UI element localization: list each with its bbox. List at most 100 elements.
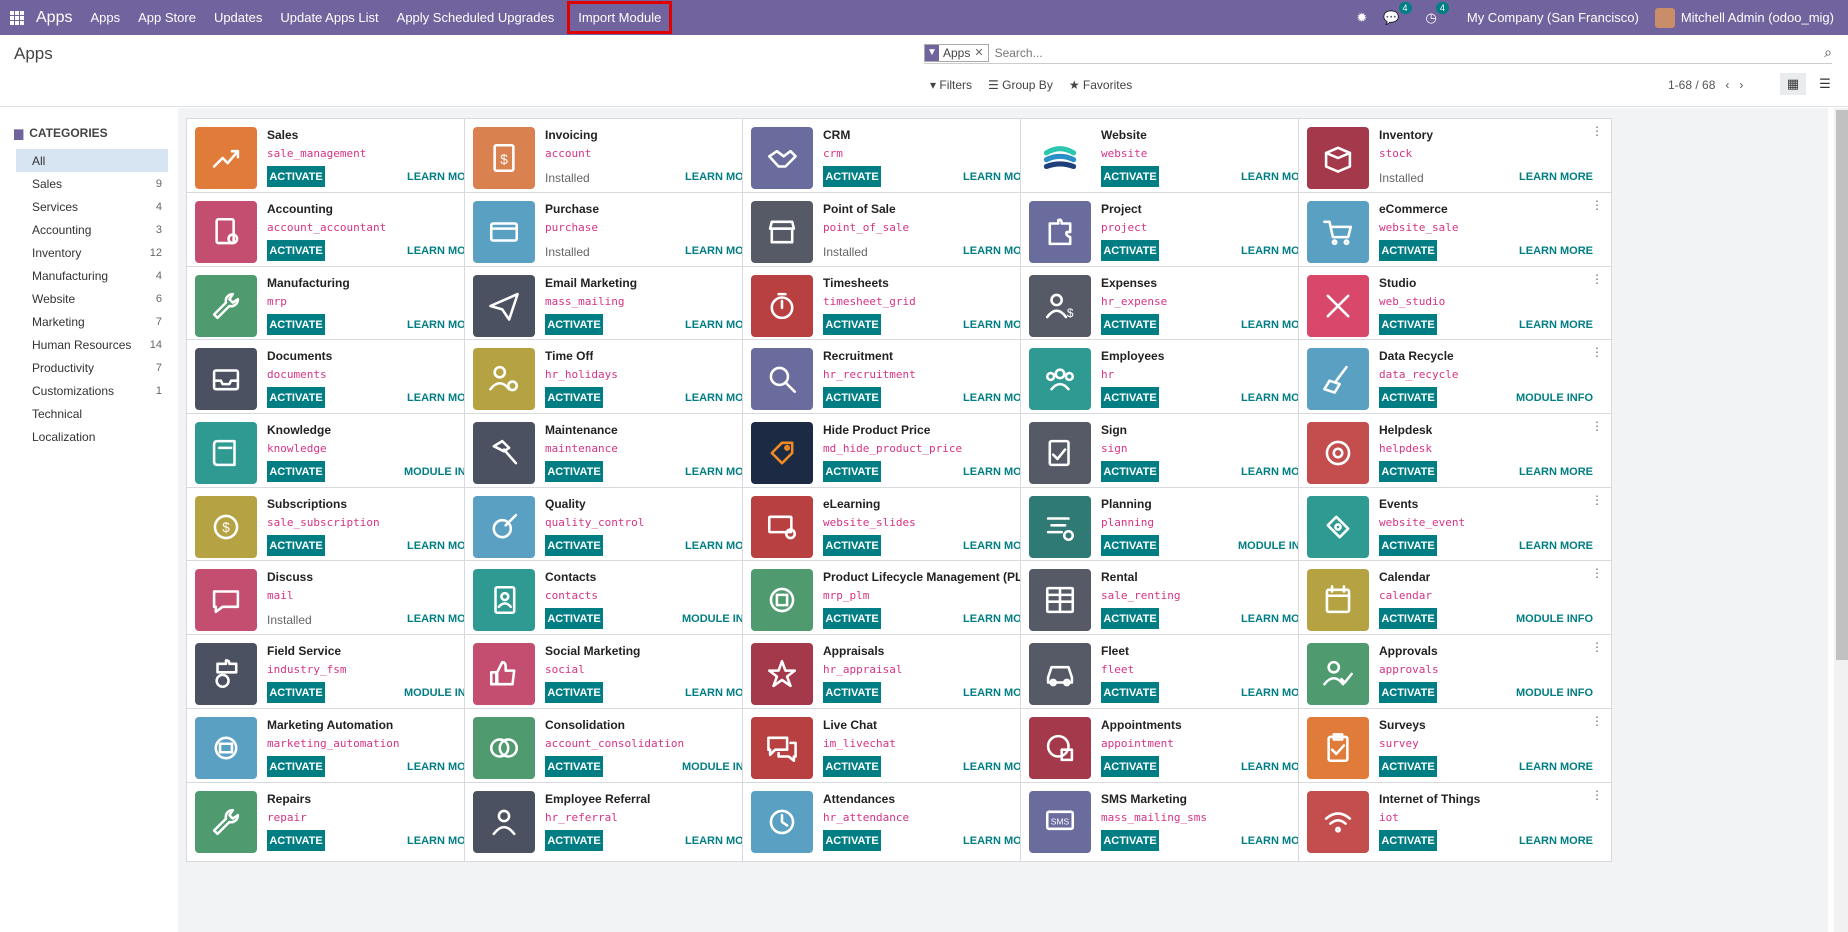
more-options-icon[interactable]: ⋮	[1591, 125, 1603, 137]
activate-button[interactable]: ACTIVATE	[823, 314, 881, 335]
activate-button[interactable]: ACTIVATE	[823, 830, 881, 851]
activate-button[interactable]: ACTIVATE	[1101, 756, 1159, 777]
activate-button[interactable]: ACTIVATE	[1379, 461, 1437, 482]
user-menu[interactable]: Mitchell Admin (odoo_mig)	[1654, 7, 1834, 28]
activate-button[interactable]: ACTIVATE	[545, 608, 603, 629]
app-card[interactable]: Consolidation account_consolidation ACTIVA…	[464, 708, 778, 788]
app-card[interactable]: ManufacturingmrpACTIVATELEARN MORE⋮	[186, 266, 500, 346]
app-card[interactable]: Field Service industry_fsm ACTIVATE MODULE …	[186, 634, 500, 714]
activate-button[interactable]: ACTIVATE	[823, 756, 881, 777]
app-card[interactable]: Product Lifecycle Management (PL... mrp_p…	[742, 560, 1056, 640]
activate-button[interactable]: ACTIVATE	[1101, 830, 1159, 851]
app-card[interactable]: Attendances hr_attendance ACTIVATE LEARN MO…	[742, 782, 1056, 862]
company-switcher[interactable]: My Company (San Francisco)	[1467, 10, 1639, 25]
app-card[interactable]: Point of Sale point_of_sale Installed LEARN…	[742, 192, 1056, 272]
app-card[interactable]: Hide Product Price md_hide_product_price A…	[742, 413, 1056, 493]
scrollbar-thumb[interactable]	[1836, 110, 1848, 660]
pager-value[interactable]: 1-68 / 68	[1668, 78, 1715, 92]
activate-button[interactable]: ACTIVATE	[267, 387, 325, 408]
app-card[interactable]: DiscussmailInstalledLEARN MORE⋮	[186, 560, 500, 640]
app-card[interactable]: SMS SMS Marketing mass_mailing_sms ACTIVATE…	[1020, 782, 1334, 862]
app-card[interactable]: EmployeeshrACTIVATELEARN MORE⋮	[1020, 339, 1334, 419]
app-card[interactable]: eCommerce website_sale ACTIVATE LEARN MORE ⋮	[1298, 192, 1612, 272]
sidebar-category-item[interactable]: Services 4	[16, 195, 168, 218]
activate-button[interactable]: ACTIVATE	[545, 756, 603, 777]
activate-button[interactable]: ACTIVATE	[1101, 240, 1159, 261]
app-card[interactable]: Data Recycle data_recycle ACTIVATE MODULE I…	[1298, 339, 1612, 419]
more-options-icon[interactable]: ⋮	[1591, 420, 1603, 432]
activate-button[interactable]: ACTIVATE	[267, 682, 325, 703]
app-card[interactable]: Marketing Automation marketing_automation…	[186, 708, 500, 788]
activate-button[interactable]: ACTIVATE	[823, 461, 881, 482]
more-options-icon[interactable]: ⋮	[1591, 789, 1603, 801]
activate-button[interactable]: ACTIVATE	[545, 682, 603, 703]
app-card[interactable]: Timesheets timesheet_grid ACTIVATE LEARN MO…	[742, 266, 1056, 346]
app-card[interactable]: Appraisals hr_appraisal ACTIVATE LEARN MORE…	[742, 634, 1056, 714]
app-card[interactable]: $ Subscriptions sale_subscription ACTIVATE L…	[186, 487, 500, 567]
kanban-view-icon[interactable]: ▦	[1780, 73, 1806, 95]
sidebar-category-item[interactable]: Customizations 1	[16, 379, 168, 402]
app-menu-grid-icon[interactable]	[10, 10, 24, 25]
app-card[interactable]: Inventory stock Installed LEARN MORE ⋮	[1298, 118, 1612, 198]
messages-button[interactable]: 💬 4	[1383, 1, 1412, 26]
app-card[interactable]: WebsitewebsiteACTIVATELEARN MORE⋮	[1020, 118, 1334, 198]
activate-button[interactable]: ACTIVATE	[1379, 387, 1437, 408]
learn-more-link[interactable]: LEARN MORE	[1519, 319, 1593, 331]
filters-button[interactable]: ▾ Filters	[930, 78, 972, 92]
learn-more-link[interactable]: LEARN MORE	[1519, 466, 1593, 478]
app-card[interactable]: ContactscontactsACTIVATEMODULE INFO⋮	[464, 560, 778, 640]
app-card[interactable]: DocumentsdocumentsACTIVATELEARN MORE⋮	[186, 339, 500, 419]
app-card[interactable]: eLearning website_slides ACTIVATE LEARN MOR…	[742, 487, 1056, 567]
learn-more-link[interactable]: MODULE INFO	[1516, 687, 1593, 699]
more-options-icon[interactable]: ⋮	[1591, 494, 1603, 506]
groupby-button[interactable]: ☰ Group By	[988, 78, 1053, 92]
app-card[interactable]: Rentalsale_rentingACTIVATELEARN MORE⋮	[1020, 560, 1334, 640]
app-card[interactable]: KnowledgeknowledgeACTIVATEMODULE INFO⋮	[186, 413, 500, 493]
app-card[interactable]: PurchasepurchaseInstalledLEARN MORE⋮	[464, 192, 778, 272]
learn-more-link[interactable]: LEARN MORE	[1519, 171, 1593, 183]
sidebar-category-item[interactable]: Manufacturing 4	[16, 264, 168, 287]
close-icon[interactable]: ✕	[974, 46, 987, 59]
bug-icon[interactable]: ✹	[1356, 10, 1367, 26]
app-card[interactable]: ProjectprojectACTIVATELEARN MORE⋮	[1020, 192, 1334, 272]
more-options-icon[interactable]: ⋮	[1591, 641, 1603, 653]
list-view-icon[interactable]: ☰	[1812, 73, 1838, 95]
sidebar-category-item[interactable]: Human Resources 14	[16, 333, 168, 356]
app-card[interactable]: Maintenance maintenance ACTIVATE LEARN MORE…	[464, 413, 778, 493]
activate-button[interactable]: ACTIVATE	[545, 387, 603, 408]
app-card[interactable]: Salessale_managementACTIVATELEARN MORE⋮	[186, 118, 500, 198]
app-card[interactable]: SignsignACTIVATELEARN MORE⋮	[1020, 413, 1334, 493]
activate-button[interactable]: ACTIVATE	[823, 535, 881, 556]
more-options-icon[interactable]: ⋮	[1591, 715, 1603, 727]
sidebar-category-item[interactable]: Website 6	[16, 287, 168, 310]
nav-import-module[interactable]: Import Module	[566, 0, 673, 35]
chevron-left-icon[interactable]: ‹	[1725, 78, 1729, 92]
app-card[interactable]: CRMcrmACTIVATELEARN MORE⋮	[742, 118, 1056, 198]
app-card[interactable]: Employee Referral hr_referral ACTIVATE LEAR…	[464, 782, 778, 862]
app-card[interactable]: FleetfleetACTIVATELEARN MORE⋮	[1020, 634, 1334, 714]
activities-button[interactable]: ◷ 4	[1426, 1, 1449, 26]
search-facet[interactable]: ▼ Apps ✕	[924, 43, 989, 62]
app-card[interactable]: Calendar calendar ACTIVATE MODULE INFO ⋮	[1298, 560, 1612, 640]
activate-button[interactable]: ACTIVATE	[823, 166, 881, 187]
nav-updates[interactable]: Updates	[214, 0, 262, 35]
search-bar[interactable]: ▼ Apps ✕ Search... ⌕	[924, 42, 1832, 64]
activate-button[interactable]: ACTIVATE	[1379, 240, 1437, 261]
sidebar-category-item[interactable]: Localization	[16, 425, 168, 448]
app-card[interactable]: Email Marketing mass_mailing ACTIVATE LEARN…	[464, 266, 778, 346]
activate-button[interactable]: ACTIVATE	[1101, 314, 1159, 335]
app-card[interactable]: $InvoicingaccountInstalledLEARN MORE⋮	[464, 118, 778, 198]
sidebar-category-item[interactable]: Sales 9	[16, 172, 168, 195]
app-card[interactable]: Events website_event ACTIVATE LEARN MORE ⋮	[1298, 487, 1612, 567]
favorites-button[interactable]: ★ Favorites	[1069, 78, 1132, 92]
more-options-icon[interactable]: ⋮	[1591, 567, 1603, 579]
search-icon[interactable]: ⌕	[1824, 44, 1832, 61]
app-card[interactable]: RepairsrepairACTIVATELEARN MORE⋮	[186, 782, 500, 862]
activate-button[interactable]: ACTIVATE	[545, 461, 603, 482]
activate-button[interactable]: ACTIVATE	[1101, 461, 1159, 482]
nav-apply-scheduled-upgrades[interactable]: Apply Scheduled Upgrades	[397, 0, 555, 35]
activate-button[interactable]: ACTIVATE	[823, 608, 881, 629]
sidebar-category-item[interactable]: All	[16, 149, 168, 172]
sidebar-category-item[interactable]: Inventory 12	[16, 241, 168, 264]
nav-update-apps-list[interactable]: Update Apps List	[280, 0, 378, 35]
